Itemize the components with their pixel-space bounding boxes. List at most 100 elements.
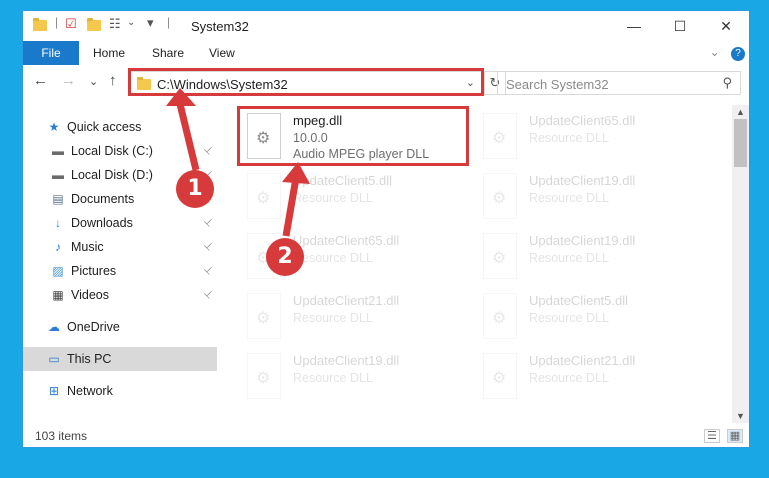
navigation-pane: ★ Quick access ▬ Local Disk (C:) ⊥ ▬ Local Dis…	[23, 105, 217, 415]
dll-file-icon	[483, 113, 517, 159]
file-item[interactable]: UpdateClient21.dll Resource DLL	[243, 289, 463, 345]
new-folder-icon[interactable]	[87, 17, 101, 35]
file-detail: Resource DLL	[293, 311, 373, 325]
file-detail: Resource DLL	[529, 191, 609, 205]
file-item[interactable]: UpdateClient5.dll Resource DLL	[243, 169, 463, 225]
up-button[interactable]: ↑	[109, 72, 117, 89]
help-icon[interactable]: ?	[731, 47, 745, 61]
sidebar-item-label: This PC	[67, 352, 112, 366]
minimize-button[interactable]: —	[611, 11, 657, 41]
details-view-icon[interactable]: ☰	[703, 429, 720, 443]
forward-button[interactable]: →	[61, 72, 76, 89]
file-name: UpdateClient65.dll	[293, 233, 400, 248]
pin-icon: ⊥	[201, 263, 216, 278]
file-name: UpdateClient19.dll	[293, 353, 400, 368]
scroll-thumb[interactable]	[734, 119, 747, 167]
step-marker-2: 2	[266, 238, 304, 276]
dll-file-icon	[483, 233, 517, 279]
dll-file-icon	[483, 353, 517, 399]
documents-icon: ▤	[52, 192, 64, 206]
computer-icon: ▭	[48, 352, 60, 366]
tab-view[interactable]: View	[201, 41, 243, 65]
vertical-scrollbar[interactable]: ▲ ▼	[732, 105, 749, 423]
file-name: UpdateClient19.dll	[529, 233, 636, 248]
window-title: System32	[191, 19, 249, 34]
dll-file-icon	[483, 173, 517, 219]
item-count: 103 items	[35, 429, 88, 443]
file-name: UpdateClient21.dll	[293, 293, 400, 308]
sidebar-item-pictures[interactable]: ▨ Pictures ⊥	[23, 259, 217, 283]
file-item[interactable]: UpdateClient21.dll Resource DLL	[479, 349, 699, 405]
pin-icon: ⊥	[201, 239, 216, 254]
pin-icon: ⊥	[201, 143, 216, 158]
sidebar-item-label: Local Disk (D:)	[71, 168, 153, 182]
file-item[interactable]: UpdateClient5.dll Resource DLL	[479, 289, 699, 345]
sidebar-item-label: Downloads	[71, 216, 133, 230]
customize-toolbar-icon[interactable]: ⌄	[127, 17, 135, 35]
file-name: UpdateClient65.dll	[529, 113, 636, 128]
file-name: UpdateClient5.dll	[529, 293, 629, 308]
large-icons-view-icon[interactable]: ▦	[727, 429, 743, 443]
address-bar-highlight	[128, 68, 484, 96]
sidebar-item-music[interactable]: ♪ Music ⊥	[23, 235, 217, 259]
ribbon-controls: ⌄ ?	[710, 45, 745, 61]
sidebar-item-this-pc[interactable]: ▭ This PC	[23, 347, 217, 371]
sidebar-item-onedrive[interactable]: ☁ OneDrive	[23, 315, 217, 339]
tab-file[interactable]: File	[23, 41, 79, 65]
file-item[interactable]: UpdateClient19.dll Resource DLL	[479, 169, 699, 225]
pictures-icon: ▨	[52, 264, 64, 278]
search-icon[interactable]: ⚲	[722, 75, 732, 91]
close-button[interactable]: ✕	[703, 11, 749, 41]
network-icon: ⊞	[48, 384, 60, 398]
sidebar-item-label: Music	[71, 240, 104, 254]
disk-icon: ▬	[52, 168, 64, 182]
file-item[interactable]: UpdateClient65.dll Resource DLL	[479, 109, 699, 165]
toolbar-dropdown-icon[interactable]: ▾	[147, 15, 154, 33]
dll-file-icon	[247, 173, 281, 219]
file-detail: Resource DLL	[293, 251, 373, 265]
sidebar-item-label: Videos	[71, 288, 109, 302]
download-icon: ↓	[55, 216, 61, 230]
sidebar-item-quick-access[interactable]: ★ Quick access	[23, 115, 217, 139]
step-marker-1: 1	[176, 170, 214, 208]
properties-icon[interactable]: ☑	[65, 16, 77, 34]
file-highlight	[237, 106, 469, 166]
expand-ribbon-icon[interactable]: ⌄	[710, 45, 720, 59]
sidebar-item-label: Pictures	[71, 264, 117, 278]
sidebar-item-videos[interactable]: ▦ Videos ⊥	[23, 283, 217, 307]
file-detail: Resource DLL	[529, 131, 609, 145]
file-name: UpdateClient5.dll	[293, 173, 393, 188]
scroll-down-icon[interactable]: ▼	[736, 411, 745, 421]
folder-icon	[33, 17, 47, 35]
scroll-up-icon[interactable]: ▲	[736, 107, 745, 117]
maximize-button[interactable]: ☐	[657, 11, 703, 41]
file-item[interactable]: UpdateClient19.dll Resource DLL	[243, 349, 463, 405]
recent-locations-button[interactable]: ⌄	[89, 75, 98, 88]
sidebar-item-label: Quick access	[67, 120, 142, 134]
separator: |	[55, 15, 59, 29]
pin-icon: ⊥	[201, 215, 216, 230]
file-detail: Resource DLL	[529, 311, 609, 325]
star-icon: ★	[48, 120, 60, 134]
cloud-icon: ☁	[48, 320, 60, 334]
search-box[interactable]: Search System32 ⚲	[497, 71, 741, 95]
back-button[interactable]: ←	[33, 72, 48, 89]
sidebar-item-downloads[interactable]: ↓ Downloads ⊥	[23, 211, 217, 235]
file-detail: Resource DLL	[529, 371, 609, 385]
sidebar-item-label: Network	[67, 384, 113, 398]
status-bar: 103 items ☰ ▦	[23, 425, 749, 447]
videos-icon: ▦	[52, 288, 64, 302]
sidebar-item-label: OneDrive	[67, 320, 120, 334]
sidebar-item-network[interactable]: ⊞ Network	[23, 379, 217, 403]
search-input[interactable]: Search System32	[506, 77, 609, 92]
file-item[interactable]: UpdateClient19.dll Resource DLL	[479, 229, 699, 285]
separator: |	[167, 15, 171, 29]
tab-share[interactable]: Share	[144, 41, 192, 65]
file-detail: Resource DLL	[293, 191, 373, 205]
tab-home[interactable]: Home	[85, 41, 133, 65]
dll-file-icon	[483, 293, 517, 339]
ribbon-tabs: File Home Share View ⌄ ?	[23, 41, 749, 65]
quick-access-toolbar-icon[interactable]: ☷	[109, 16, 121, 34]
file-detail: Resource DLL	[529, 251, 609, 265]
sidebar-item-local-disk-c[interactable]: ▬ Local Disk (C:) ⊥	[23, 139, 217, 163]
